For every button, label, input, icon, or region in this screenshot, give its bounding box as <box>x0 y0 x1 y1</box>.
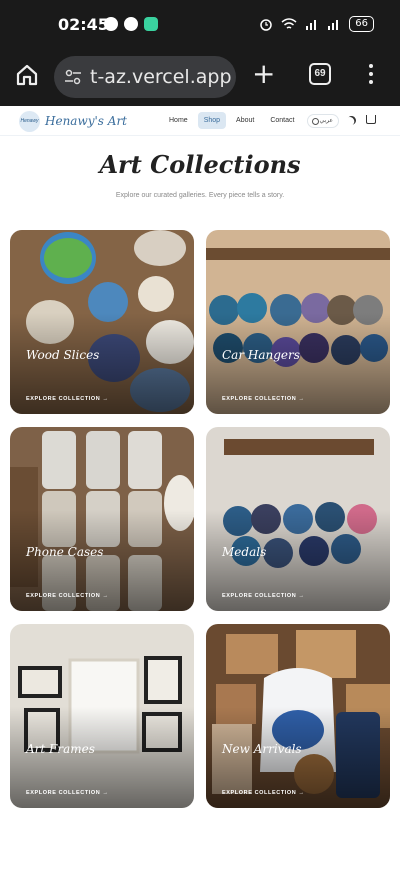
collection-title: Art Frames <box>26 742 95 756</box>
browser-toolbar: t-az.vercel.app + 69 <box>0 50 400 106</box>
url-text[interactable]: t-az.vercel.app <box>90 66 232 88</box>
cart-icon[interactable] <box>366 115 376 124</box>
nav-home[interactable]: Home <box>163 112 194 129</box>
collection-title: Phone Cases <box>26 545 104 559</box>
explore-link[interactable]: EXPLORE COLLECTION → <box>26 593 109 599</box>
signal-icon <box>306 20 317 30</box>
language-toggle[interactable]: عربي <box>307 114 339 128</box>
collection-title: Wood Slices <box>26 348 100 362</box>
alarm-icon <box>260 19 273 31</box>
explore-link[interactable]: EXPLORE COLLECTION → <box>222 593 305 599</box>
page-title: Art Collections <box>99 150 301 179</box>
explore-link[interactable]: EXPLORE COLLECTION → <box>26 396 109 402</box>
nav-about[interactable]: About <box>230 112 260 129</box>
page-subtitle: Explore our curated galleries. Every pie… <box>115 192 285 199</box>
collection-title: New Arrivals <box>222 742 302 756</box>
collection-card-car-hangers[interactable]: Car Hangers EXPLORE COLLECTION → <box>206 230 390 414</box>
collection-card-wood-slices[interactable]: Wood Slices EXPLORE COLLECTION → <box>10 230 194 414</box>
explore-link[interactable]: EXPLORE COLLECTION → <box>26 790 109 796</box>
collection-card-medals[interactable]: Medals EXPLORE COLLECTION → <box>206 427 390 611</box>
logo-badge[interactable]: Henawy <box>19 111 40 132</box>
battery-indicator: 66 <box>349 16 374 32</box>
new-tab-icon[interactable]: + <box>252 60 275 88</box>
wifi-icon <box>281 18 297 29</box>
tab-count-button[interactable]: 69 <box>309 63 331 85</box>
overflow-menu-icon[interactable] <box>369 64 375 88</box>
snapchat-icon <box>104 17 118 31</box>
home-icon[interactable] <box>14 62 40 88</box>
explore-link[interactable]: EXPLORE COLLECTION → <box>222 790 305 796</box>
collection-title: Medals <box>222 545 267 559</box>
notification-icons <box>104 17 158 31</box>
nav-shop[interactable]: Shop <box>197 112 227 129</box>
address-bar[interactable]: t-az.vercel.app <box>54 56 236 98</box>
explore-link[interactable]: EXPLORE COLLECTION → <box>222 396 305 402</box>
site-settings-icon[interactable] <box>64 68 82 86</box>
app-notification-icon <box>144 17 158 31</box>
status-time: 02:45 <box>58 15 109 34</box>
collection-card-art-frames[interactable]: Art Frames EXPLORE COLLECTION → <box>10 624 194 808</box>
globe-icon <box>312 118 319 125</box>
nav-links: Home Shop About Contact <box>163 112 300 129</box>
site-logo-text[interactable]: Henawy's Art <box>45 114 127 128</box>
whatsapp-icon <box>124 17 138 31</box>
site-header: Henawy Henawy's Art Home Shop About Cont… <box>0 106 400 136</box>
dark-mode-icon[interactable] <box>345 114 357 126</box>
collection-card-phone-cases[interactable]: Phone Cases EXPLORE COLLECTION → <box>10 427 194 611</box>
signal-icon-2 <box>328 20 339 30</box>
language-label: عربي <box>319 118 333 124</box>
nav-contact[interactable]: Contact <box>264 112 300 129</box>
collection-card-new-arrivals[interactable]: New Arrivals EXPLORE COLLECTION → <box>206 624 390 808</box>
status-right: 66 <box>259 16 374 32</box>
status-bar: 02:45 66 <box>0 0 400 50</box>
collection-title: Car Hangers <box>222 348 300 362</box>
